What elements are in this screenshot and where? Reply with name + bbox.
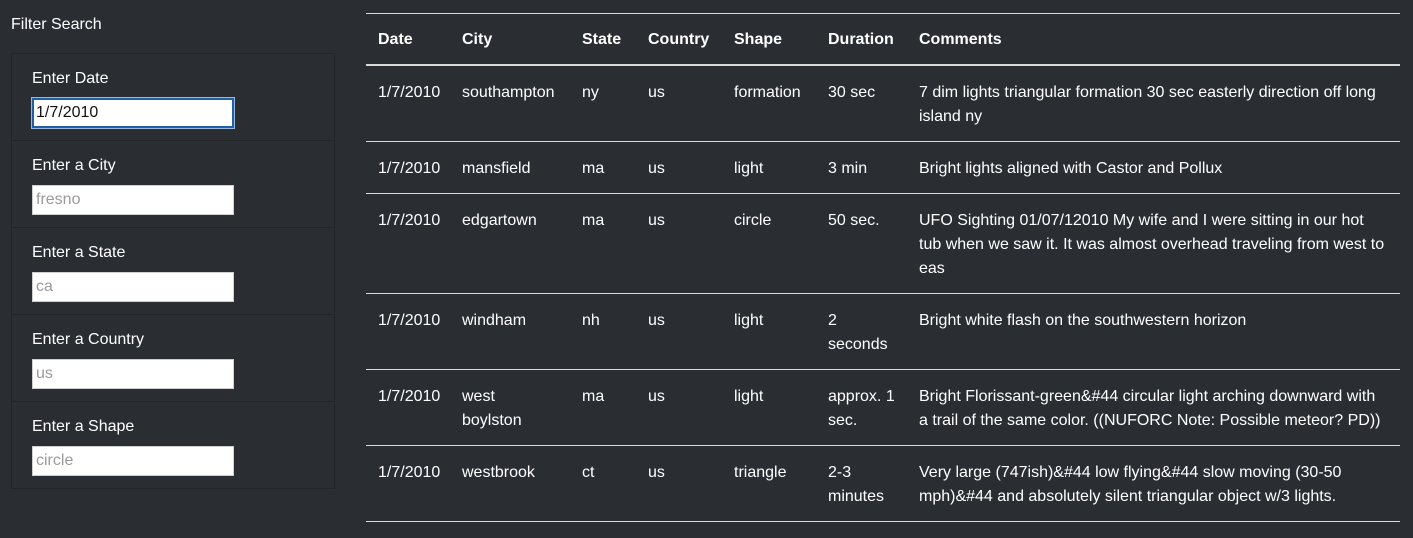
table-body: 1/7/2010 southampton ny us formation 30 … xyxy=(366,65,1400,522)
cell-city: windham xyxy=(450,293,570,370)
cell-state: ma xyxy=(570,369,636,446)
cell-comments: Bright Florissant-green&#44 circular lig… xyxy=(907,369,1400,446)
table-row: 1/7/2010 windham nh us light 2 seconds B… xyxy=(366,293,1400,370)
filter-panel: Enter Date Enter a City Enter a State En… xyxy=(11,53,335,489)
filter-item-shape: Enter a Shape xyxy=(12,402,334,489)
cell-city: mansfield xyxy=(450,141,570,194)
cell-duration: approx. 1 sec. xyxy=(816,369,907,446)
cell-city: west boylston xyxy=(450,369,570,446)
cell-duration: 2 seconds xyxy=(816,293,907,370)
date-input[interactable] xyxy=(32,98,234,128)
cell-city: edgartown xyxy=(450,193,570,294)
header-duration: Duration xyxy=(816,13,907,66)
cell-comments: 7 dim lights triangular formation 30 sec… xyxy=(907,65,1400,142)
country-label: Enter a Country xyxy=(32,331,145,348)
table-row: 1/7/2010 westbrook ct us triangle 2-3 mi… xyxy=(366,445,1400,522)
cell-shape: light xyxy=(722,369,816,446)
cell-state: ny xyxy=(570,65,636,142)
cell-duration: 2-3 minutes xyxy=(816,445,907,522)
state-label: Enter a State xyxy=(32,244,126,261)
table-row: 1/7/2010 west boylston ma us light appro… xyxy=(366,369,1400,446)
cell-date: 1/7/2010 xyxy=(366,445,450,522)
cell-country: us xyxy=(636,445,722,522)
cell-shape: circle xyxy=(722,193,816,294)
cell-date: 1/7/2010 xyxy=(366,141,450,194)
cell-country: us xyxy=(636,369,722,446)
results-table: Date City State Country Shape Duration C… xyxy=(366,13,1400,522)
cell-duration: 3 min xyxy=(816,141,907,194)
cell-duration: 50 sec. xyxy=(816,193,907,294)
header-row: Date City State Country Shape Duration C… xyxy=(366,13,1400,66)
cell-shape: formation xyxy=(722,65,816,142)
cell-country: us xyxy=(636,293,722,370)
table-header: Date City State Country Shape Duration C… xyxy=(366,13,1400,66)
date-label: Enter Date xyxy=(32,70,109,87)
cell-shape: light xyxy=(722,141,816,194)
cell-state: ma xyxy=(570,141,636,194)
cell-date: 1/7/2010 xyxy=(366,193,450,294)
cell-state: ma xyxy=(570,193,636,294)
cell-comments: Bright white flash on the southwestern h… xyxy=(907,293,1400,370)
state-input[interactable] xyxy=(32,272,234,302)
table-row: 1/7/2010 edgartown ma us circle 50 sec. … xyxy=(366,193,1400,294)
shape-input[interactable] xyxy=(32,446,234,476)
shape-label: Enter a Shape xyxy=(32,418,135,435)
city-label: Enter a City xyxy=(32,157,116,174)
cell-date: 1/7/2010 xyxy=(366,293,450,370)
cell-comments: UFO Sighting 01/07/12010 My wife and I w… xyxy=(907,193,1400,294)
filter-title: Filter Search xyxy=(11,16,102,33)
country-input[interactable] xyxy=(32,359,234,389)
cell-state: ct xyxy=(570,445,636,522)
header-country: Country xyxy=(636,13,722,66)
filter-item-state: Enter a State xyxy=(12,228,334,315)
results-table-container: Date City State Country Shape Duration C… xyxy=(366,13,1400,522)
cell-shape: triangle xyxy=(722,445,816,522)
table-row: 1/7/2010 southampton ny us formation 30 … xyxy=(366,65,1400,142)
cell-date: 1/7/2010 xyxy=(366,65,450,142)
cell-date: 1/7/2010 xyxy=(366,369,450,446)
cell-country: us xyxy=(636,65,722,142)
cell-city: westbrook xyxy=(450,445,570,522)
cell-shape: light xyxy=(722,293,816,370)
cell-city: southampton xyxy=(450,65,570,142)
cell-comments: Bright lights aligned with Castor and Po… xyxy=(907,141,1400,194)
cell-country: us xyxy=(636,193,722,294)
cell-duration: 30 sec xyxy=(816,65,907,142)
cell-country: us xyxy=(636,141,722,194)
header-comments: Comments xyxy=(907,13,1400,66)
page: Filter Search Enter Date Enter a City En… xyxy=(0,0,1413,538)
filter-item-country: Enter a Country xyxy=(12,315,334,402)
header-city: City xyxy=(450,13,570,66)
cell-state: nh xyxy=(570,293,636,370)
header-shape: Shape xyxy=(722,13,816,66)
city-input[interactable] xyxy=(32,185,234,215)
header-date: Date xyxy=(366,13,450,66)
table-row: 1/7/2010 mansfield ma us light 3 min Bri… xyxy=(366,141,1400,194)
filter-item-city: Enter a City xyxy=(12,141,334,228)
cell-comments: Very large (747ish)&#44 low flying&#44 s… xyxy=(907,445,1400,522)
filter-item-date: Enter Date xyxy=(12,54,334,141)
header-state: State xyxy=(570,13,636,66)
